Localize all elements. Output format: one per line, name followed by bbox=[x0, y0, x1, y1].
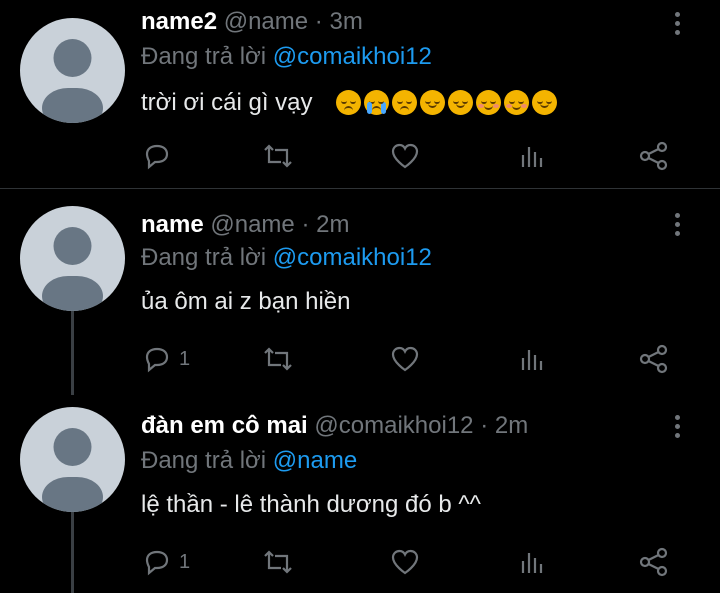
tweet-text-content: trời ơi cái gì vạy bbox=[141, 89, 313, 116]
retweet-button[interactable] bbox=[261, 341, 295, 377]
thread-line bbox=[71, 507, 74, 593]
analytics-button[interactable] bbox=[516, 341, 548, 377]
separator-dot: · bbox=[301, 211, 310, 238]
reply-button[interactable]: 1 bbox=[141, 341, 190, 377]
loudly-crying-emoji bbox=[363, 90, 389, 115]
mention-link[interactable]: @comaikhoi12 bbox=[273, 244, 432, 271]
replying-to-label: Đang trả lời bbox=[141, 43, 267, 70]
tweet-header: đàn em cô mai @comaikhoi12 · 2m bbox=[141, 411, 528, 441]
tweet-text: lệ thần - lê thành dương đó b ^^ bbox=[141, 490, 481, 520]
tweet-1[interactable]: name2 @name · 3m Đang trả lời @comaikhoi… bbox=[0, 0, 720, 188]
tweet-header: name @name · 2m bbox=[141, 210, 349, 240]
display-name[interactable]: name2 bbox=[141, 8, 217, 35]
retweet-button[interactable] bbox=[261, 544, 295, 580]
like-button[interactable] bbox=[389, 138, 421, 174]
default-avatar-icon bbox=[42, 227, 103, 311]
like-button[interactable] bbox=[389, 544, 421, 580]
retweet-icon bbox=[264, 550, 292, 574]
analytics-icon bbox=[521, 553, 543, 573]
like-button[interactable] bbox=[389, 341, 421, 377]
retweet-icon bbox=[264, 347, 292, 371]
tweet-header: name2 @name · 3m bbox=[141, 7, 363, 37]
default-avatar-icon bbox=[42, 428, 103, 512]
default-avatar-icon bbox=[42, 39, 103, 123]
thread-line bbox=[71, 304, 74, 395]
display-name[interactable]: đàn em cô mai bbox=[141, 412, 308, 439]
reply-icon bbox=[145, 550, 169, 576]
action-bar: 1 bbox=[141, 544, 701, 580]
reply-button[interactable]: 1 bbox=[141, 544, 190, 580]
like-icon bbox=[391, 143, 419, 169]
avatar[interactable] bbox=[20, 206, 125, 311]
reply-icon bbox=[145, 347, 169, 373]
divider bbox=[0, 188, 720, 189]
share-button[interactable] bbox=[638, 138, 670, 174]
tweet-text-content: lệ thần - lê thành dương đó b ^^ bbox=[141, 491, 481, 518]
more-icon[interactable] bbox=[670, 415, 684, 442]
handle[interactable]: @name bbox=[224, 8, 308, 35]
handle[interactable]: @comaikhoi12 bbox=[314, 412, 473, 439]
timestamp[interactable]: 2m bbox=[316, 211, 349, 238]
analytics-icon bbox=[521, 350, 543, 370]
tweet-3[interactable]: đàn em cô mai @comaikhoi12 · 2m Đang trả… bbox=[0, 395, 720, 593]
replying-to: Đang trả lời @comaikhoi12 bbox=[141, 243, 432, 273]
blush-emoji bbox=[503, 90, 529, 115]
pensive-emoji bbox=[335, 90, 361, 115]
relieved-emoji bbox=[531, 90, 557, 115]
separator-dot: · bbox=[314, 8, 323, 35]
replying-to: Đang trả lời @comaikhoi12 bbox=[141, 42, 432, 72]
share-icon bbox=[639, 141, 668, 171]
analytics-button[interactable] bbox=[516, 138, 548, 174]
more-icon[interactable] bbox=[670, 213, 684, 240]
more-icon[interactable] bbox=[670, 12, 684, 39]
share-button[interactable] bbox=[638, 341, 670, 377]
avatar[interactable] bbox=[20, 18, 125, 123]
analytics-button[interactable] bbox=[516, 544, 548, 580]
reply-button[interactable] bbox=[141, 138, 179, 174]
analytics-icon bbox=[521, 147, 543, 167]
mention-link[interactable]: @comaikhoi12 bbox=[273, 43, 432, 70]
reply-icon bbox=[145, 144, 169, 170]
share-icon bbox=[639, 344, 668, 374]
tweet-text: ủa ôm ai z bạn hiền bbox=[141, 287, 350, 317]
retweet-button[interactable] bbox=[261, 138, 295, 174]
tweet-text-content: ủa ôm ai z bạn hiền bbox=[141, 288, 351, 315]
reply-count: 1 bbox=[179, 347, 191, 370]
smiling-with-tear-emoji bbox=[391, 90, 417, 115]
slightly-smiling-emoji bbox=[447, 90, 473, 115]
replying-to-label: Đang trả lời bbox=[141, 244, 267, 271]
mention-link[interactable]: @name bbox=[273, 447, 357, 474]
tweet-text: trời ơi cái gì vạy bbox=[141, 88, 560, 118]
replying-to: Đang trả lời @name bbox=[141, 446, 357, 476]
retweet-icon bbox=[264, 144, 292, 168]
upside-down-emoji bbox=[419, 90, 445, 115]
like-icon bbox=[391, 346, 419, 372]
timestamp[interactable]: 2m bbox=[495, 412, 528, 439]
relieved-smile-emoji bbox=[475, 90, 501, 115]
replying-to-label: Đang trả lời bbox=[141, 447, 267, 474]
action-bar bbox=[141, 138, 701, 174]
like-icon bbox=[391, 549, 419, 575]
reply-count: 1 bbox=[179, 550, 191, 573]
tweet-2[interactable]: name @name · 2m Đang trả lời @comaikhoi1… bbox=[0, 190, 720, 395]
action-bar: 1 bbox=[141, 341, 701, 377]
timestamp[interactable]: 3m bbox=[329, 8, 362, 35]
display-name[interactable]: name bbox=[141, 211, 204, 238]
share-button[interactable] bbox=[638, 544, 670, 580]
handle[interactable]: @name bbox=[210, 211, 294, 238]
separator-dot: · bbox=[480, 412, 489, 439]
share-icon bbox=[639, 547, 668, 577]
avatar[interactable] bbox=[20, 407, 125, 512]
